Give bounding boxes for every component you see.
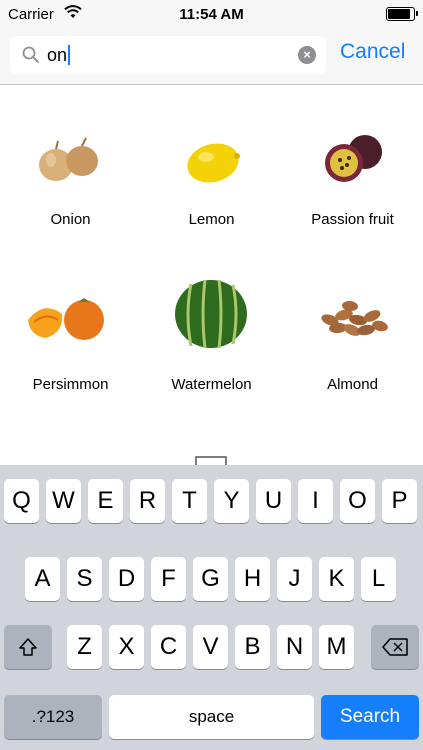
battery-icon <box>386 7 418 21</box>
backspace-icon <box>382 638 408 656</box>
key-q[interactable]: Q <box>4 479 39 523</box>
key-p[interactable]: P <box>382 479 417 523</box>
key-o[interactable]: O <box>340 479 375 523</box>
key-z[interactable]: Z <box>67 625 102 669</box>
result-item[interactable]: Watermelon <box>141 250 282 410</box>
key-k[interactable]: K <box>319 557 354 601</box>
watermelon-image <box>175 279 247 349</box>
persimmon-image <box>28 298 104 340</box>
key-g[interactable]: G <box>193 557 228 601</box>
clear-icon[interactable]: × <box>298 46 316 64</box>
search-key[interactable]: Search <box>321 695 419 739</box>
partial-fruit-image <box>302 435 403 465</box>
result-item[interactable] <box>141 415 282 465</box>
partial-fruit-image <box>20 435 121 465</box>
key-d[interactable]: D <box>109 557 144 601</box>
result-label: Almond <box>327 376 378 393</box>
key-y[interactable]: Y <box>214 479 249 523</box>
status-bar: Carrier 11:54 AM <box>0 0 423 28</box>
shift-icon <box>19 638 37 656</box>
key-s[interactable]: S <box>67 557 102 601</box>
key-x[interactable]: X <box>109 625 144 669</box>
key-i[interactable]: I <box>298 479 333 523</box>
result-label: Onion <box>50 211 91 228</box>
search-bar: on × Cancel <box>0 28 423 85</box>
key-r[interactable]: R <box>130 479 165 523</box>
result-label: Persimmon <box>32 376 109 393</box>
text-caret <box>68 45 71 65</box>
lemon-image <box>187 143 240 183</box>
result-item[interactable]: Almond <box>282 250 423 410</box>
delete-key[interactable] <box>371 625 419 669</box>
key-b[interactable]: B <box>235 625 270 669</box>
search-query: on <box>47 45 71 66</box>
clock: 11:54 AM <box>179 6 244 23</box>
key-f[interactable]: F <box>151 557 186 601</box>
search-input[interactable]: on × <box>10 36 326 74</box>
numbers-key[interactable]: .?123 <box>4 695 102 739</box>
result-label: Watermelon <box>171 376 252 393</box>
shift-key[interactable] <box>4 625 52 669</box>
results-grid: Onion Lemon Passion fruit Persimmon Wate… <box>0 85 423 465</box>
key-c[interactable]: C <box>151 625 186 669</box>
key-n[interactable]: N <box>277 625 312 669</box>
result-item[interactable]: Persimmon <box>0 250 141 410</box>
key-a[interactable]: A <box>25 557 60 601</box>
passion-fruit-image <box>325 135 382 182</box>
cancel-button[interactable]: Cancel <box>340 40 405 64</box>
key-v[interactable]: V <box>193 625 228 669</box>
space-key[interactable]: space <box>109 695 314 739</box>
result-item[interactable]: Onion <box>0 85 141 245</box>
glass-image <box>195 456 227 465</box>
key-u[interactable]: U <box>256 479 291 523</box>
result-item[interactable]: Passion fruit <box>282 85 423 245</box>
key-j[interactable]: J <box>277 557 312 601</box>
result-item[interactable]: Lemon <box>141 85 282 245</box>
onion-image <box>39 137 98 181</box>
key-w[interactable]: W <box>46 479 81 523</box>
key-l[interactable]: L <box>361 557 396 601</box>
key-t[interactable]: T <box>172 479 207 523</box>
result-label: Lemon <box>188 211 235 228</box>
key-e[interactable]: E <box>88 479 123 523</box>
almond-image <box>321 300 388 336</box>
search-icon <box>22 46 40 69</box>
key-m[interactable]: M <box>319 625 354 669</box>
result-item[interactable] <box>282 415 423 465</box>
key-h[interactable]: H <box>235 557 270 601</box>
keyboard: Q W E R T Y U I O P A S D F G H J K L Z … <box>0 465 423 750</box>
result-label: Passion fruit <box>311 211 394 228</box>
result-item[interactable] <box>0 415 141 465</box>
